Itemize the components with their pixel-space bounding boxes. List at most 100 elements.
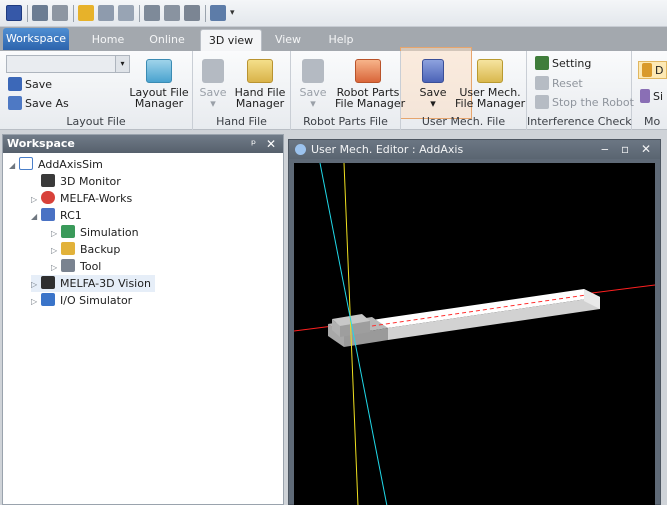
- hand-save-button[interactable]: Save ▾: [197, 59, 229, 109]
- maximize-icon[interactable]: ▫: [621, 140, 629, 159]
- hand-file-manager-icon: [247, 59, 273, 83]
- tree-label: AddAxisSim: [38, 158, 103, 171]
- tree-label: MELFA-Works: [60, 192, 133, 205]
- robot-parts-file-manager-icon: [355, 59, 381, 83]
- bars-icon[interactable]: [184, 5, 200, 21]
- group-interference-check: Setting Reset Stop the Robot Interferenc…: [527, 51, 634, 130]
- tree-item-melfa-3d-vision[interactable]: ▷ MELFA-3D Vision: [31, 275, 155, 292]
- robot-parts-file-manager-button[interactable]: Robot Parts File Manager: [335, 59, 405, 109]
- user-mech-save-button[interactable]: Save ▾: [415, 59, 451, 109]
- group-label-layout-file: Layout File: [66, 115, 126, 128]
- tab-view[interactable]: View: [266, 29, 310, 51]
- hand-save-arrow: ▾: [210, 97, 216, 110]
- list-icon[interactable]: [164, 5, 180, 21]
- interference-setting-button[interactable]: Setting: [535, 55, 591, 73]
- layout-save-as-label: Save As: [25, 97, 69, 110]
- next-item-2-label: Si: [653, 90, 664, 103]
- ribbon: ▾ Save Save As Layout File Manager Layou…: [0, 47, 667, 130]
- tile-icon[interactable]: [144, 5, 160, 21]
- robot-parts-save-icon: [302, 59, 324, 83]
- expand-icon[interactable]: ▷: [51, 242, 61, 259]
- dropdown-arrow-icon[interactable]: ▾: [230, 5, 238, 21]
- user-mech-save-icon: [422, 59, 444, 83]
- tree-item-backup[interactable]: ▷ Backup: [51, 241, 120, 258]
- next-item-1-icon: [642, 63, 652, 77]
- pin-icon[interactable]: ᵖ: [251, 135, 256, 153]
- tree-item-3d-monitor[interactable]: 3D Monitor: [31, 173, 121, 190]
- expand-icon[interactable]: ▷: [51, 259, 61, 276]
- save-icon[interactable]: [32, 5, 48, 21]
- monitor-icon: [41, 174, 55, 187]
- minimize-icon[interactable]: ‒: [601, 140, 609, 159]
- expand-icon[interactable]: ▷: [51, 225, 61, 242]
- ribbon-tabs: Workspace Home Online 3D view View Help: [0, 27, 667, 51]
- tab-online[interactable]: Online: [139, 29, 195, 51]
- project-icon: [19, 157, 33, 170]
- tab-workspace[interactable]: Workspace: [3, 28, 69, 50]
- expand-icon[interactable]: ▷: [31, 293, 41, 310]
- layout-file-manager-button[interactable]: Layout File Manager: [128, 59, 190, 109]
- app-logo-icon[interactable]: [6, 5, 22, 21]
- io-simulator-icon: [41, 293, 55, 306]
- next-item-1-button[interactable]: D: [638, 61, 667, 79]
- next-item-2-button[interactable]: Si: [640, 88, 663, 106]
- expand-icon[interactable]: ▷: [31, 191, 41, 208]
- tree-item-io-simulator[interactable]: ▷ I/O Simulator: [31, 292, 132, 309]
- tree-item-melfa-works[interactable]: ▷ MELFA-Works: [31, 190, 132, 207]
- tree-label: Tool: [80, 260, 102, 273]
- reset-icon: [535, 76, 549, 90]
- tab-3d-view[interactable]: 3D view: [200, 29, 262, 51]
- user-mech-file-manager-icon: [477, 59, 503, 83]
- tree-item-tool[interactable]: ▷ Tool: [51, 258, 101, 275]
- hand-file-manager-button[interactable]: Hand File Manager: [231, 59, 289, 109]
- print-icon[interactable]: [52, 5, 68, 21]
- collapse-icon[interactable]: ◢: [31, 208, 41, 225]
- tab-home[interactable]: Home: [80, 29, 136, 51]
- layout-save-as-button[interactable]: Save As: [8, 95, 69, 113]
- view-icon[interactable]: [210, 5, 226, 21]
- group-hand-file: Save ▾ Hand File Manager Hand File: [193, 51, 291, 130]
- combo-arrow-icon: ▾: [115, 56, 129, 72]
- layout-icon[interactable]: [78, 5, 94, 21]
- next-item-2-icon: [640, 89, 650, 103]
- workspace-panel: Workspace ᵖ ✕ ◢ AddAxisSim 3D Monitor ▷ ME…: [2, 134, 284, 505]
- layout-save-button[interactable]: Save: [8, 76, 52, 94]
- group-label-robot-parts-file: Robot Parts File: [303, 115, 388, 128]
- stop-robot-icon: [535, 95, 549, 109]
- save-icon: [8, 77, 22, 91]
- interference-stop-button[interactable]: Stop the Robot: [535, 94, 634, 112]
- tree-label: I/O Simulator: [60, 294, 133, 307]
- setting-icon: [535, 56, 549, 70]
- tree-item-rc1[interactable]: ◢ RC1: [31, 207, 82, 224]
- robot-parts-save-button[interactable]: Save ▾: [297, 59, 329, 109]
- window-close-icon[interactable]: ✕: [641, 140, 651, 159]
- user-mech-save-arrow: ▾: [430, 97, 436, 110]
- tree-item-simulation[interactable]: ▷ Simulation: [51, 224, 139, 241]
- save-as-icon: [8, 96, 22, 110]
- close-icon[interactable]: ✕: [266, 135, 276, 153]
- vision-icon: [41, 276, 55, 289]
- hand-save-icon: [202, 59, 224, 83]
- tree-item-addaxissim[interactable]: ◢ AddAxisSim: [9, 156, 103, 173]
- chart-icon[interactable]: [98, 5, 114, 21]
- workspace-panel-header: Workspace ᵖ ✕: [3, 135, 283, 153]
- tab-help[interactable]: Help: [318, 29, 364, 51]
- expand-icon[interactable]: ▷: [31, 276, 41, 293]
- tree-label: MELFA-3D Vision: [60, 277, 151, 290]
- interference-reset-button[interactable]: Reset: [535, 75, 583, 93]
- layout-combo[interactable]: ▾: [6, 55, 130, 73]
- group-label-hand-file: Hand File: [216, 115, 267, 128]
- user-mech-file-manager-button[interactable]: User Mech. File Manager: [455, 59, 525, 109]
- layout-save-label: Save: [25, 78, 53, 91]
- editor-title-bar: User Mech. Editor : AddAxis ‒ ▫ ✕: [289, 140, 660, 159]
- 3d-scene[interactable]: [294, 163, 655, 505]
- reset-label: Reset: [552, 77, 583, 90]
- qat-separator: [139, 5, 140, 22]
- user-mech-manager-line2: File Manager: [455, 97, 526, 110]
- group-label-interference-check: Interference Check: [527, 115, 632, 128]
- 3d-viewport[interactable]: [294, 163, 655, 505]
- quick-access-toolbar: ▾: [0, 0, 667, 27]
- group-user-mech-file: Save ▾ User Mech. File Manager User Mech…: [401, 51, 527, 130]
- collapse-icon[interactable]: ◢: [9, 157, 19, 174]
- chart2-icon[interactable]: [118, 5, 134, 21]
